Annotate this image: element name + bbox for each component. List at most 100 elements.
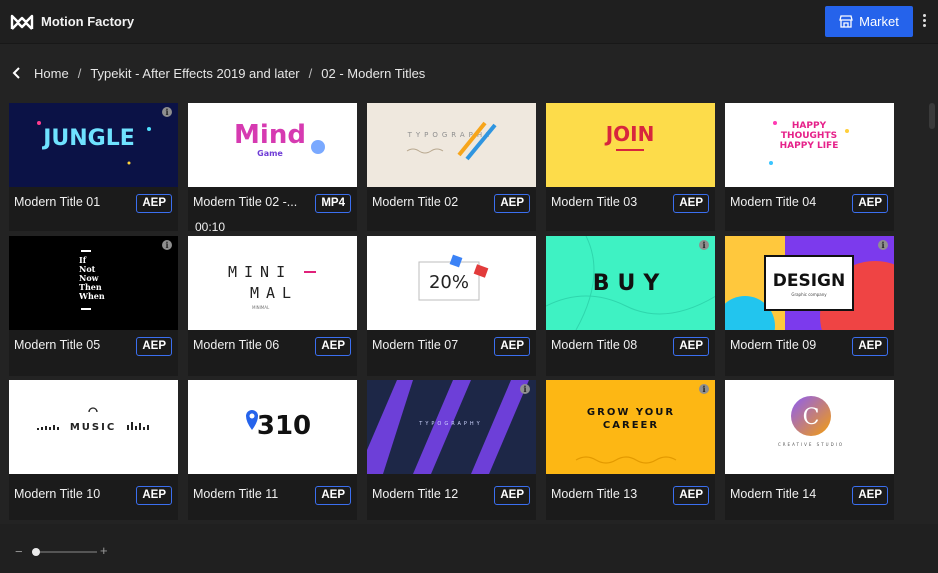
format-badge: AEP: [494, 486, 530, 505]
thumb-subtext: Graphic company: [791, 292, 827, 297]
template-card[interactable]: HAPPY THOUGHTS HAPPY LIFE Modern Title 0…: [725, 103, 894, 231]
template-card[interactable]: MINI MAL MINIMAL Modern Title 06 AEP: [188, 236, 357, 376]
thumb-text: JUNGLE: [41, 126, 135, 151]
card-title: Modern Title 02: [372, 195, 459, 209]
thumb-text: C: [803, 405, 820, 430]
info-icon[interactable]: i: [699, 384, 709, 394]
format-badge: AEP: [673, 486, 709, 505]
card-title: Modern Title 11: [193, 487, 279, 501]
motion-factory-logo: [10, 14, 34, 30]
svg-text:MAL: MAL: [250, 284, 298, 302]
thumb-subtext: CREATIVE STUDIO: [778, 442, 844, 447]
card-title: Modern Title 03: [551, 195, 638, 209]
template-card[interactable]: C CREATIVE STUDIO Modern Title 14 AEP: [725, 380, 894, 520]
breadcrumb-typekit[interactable]: Typekit - After Effects 2019 and later: [90, 66, 299, 81]
app-title: Motion Factory: [41, 14, 135, 29]
card-title: Modern Title 06: [193, 338, 280, 352]
duration: 00:10: [195, 220, 226, 231]
template-card[interactable]: 310 Modern Title 11 AEP: [188, 380, 357, 520]
template-card[interactable]: DESIGN Graphic company i Modern Title 09…: [725, 236, 894, 376]
thumbnail: Mind Game: [188, 103, 357, 187]
template-card[interactable]: 20% Modern Title 07 AEP: [367, 236, 536, 376]
thumbnail: HAPPY THOUGHTS HAPPY LIFE: [725, 103, 894, 187]
thumb-text: DESIGN: [773, 271, 845, 291]
thumbnail: 310: [188, 380, 357, 474]
format-badge: AEP: [494, 194, 530, 213]
thumb-text: 310: [257, 411, 311, 441]
template-card[interactable]: BUY i Modern Title 08 AEP: [546, 236, 715, 376]
zoom-out-button[interactable]: −: [15, 544, 23, 559]
more-menu-icon[interactable]: [918, 12, 930, 32]
info-icon[interactable]: i: [878, 240, 888, 250]
card-title: Modern Title 13: [551, 487, 638, 501]
thumbnail: MINI MAL MINIMAL: [188, 236, 357, 330]
template-card[interactable]: TYPOGRAPHY i Modern Title 12 AEP: [367, 380, 536, 520]
thumbnail: DESIGN Graphic company: [725, 236, 894, 330]
format-badge: AEP: [494, 337, 530, 356]
template-card[interactable]: MUSIC Modern Title 10 AEP: [9, 380, 178, 520]
template-card[interactable]: GROW YOUR CAREER i Modern Title 13 AEP: [546, 380, 715, 520]
thumbnail: JOIN: [546, 103, 715, 187]
breadcrumb-current: 02 - Modern Titles: [321, 65, 426, 81]
thumb-text: Mind: [234, 120, 306, 150]
thumbnail: MUSIC: [9, 380, 178, 474]
format-badge: AEP: [136, 486, 172, 505]
breadcrumb-separator: /: [77, 65, 82, 81]
scroll-thumb[interactable]: [929, 103, 935, 129]
chevron-left-icon[interactable]: [10, 66, 24, 80]
zoom-slider-track[interactable]: [32, 551, 97, 553]
template-card[interactable]: JUNGLE i Modern Title 01 AEP: [9, 103, 178, 231]
thumb-text: JOIN: [604, 122, 655, 146]
storefront-icon: [839, 15, 853, 28]
market-label: Market: [859, 14, 899, 29]
format-badge: AEP: [852, 194, 888, 213]
card-title: Modern Title 12: [372, 487, 459, 501]
card-title: Modern Title 07: [372, 338, 459, 352]
bottom-bar: − +: [0, 524, 938, 573]
format-badge: AEP: [852, 486, 888, 505]
thumbnail: TYPOGRAPHY: [367, 103, 536, 187]
thumbnail: C CREATIVE STUDIO: [725, 380, 894, 474]
format-badge: AEP: [315, 337, 351, 356]
template-card[interactable]: If Not Now Then When i Modern Title 05 A…: [9, 236, 178, 376]
info-icon[interactable]: i: [162, 107, 172, 117]
card-title: Modern Title 05: [14, 338, 101, 352]
template-card[interactable]: Mind Game Modern Title 02 -... MP4 00:10: [188, 103, 357, 231]
info-icon[interactable]: i: [699, 240, 709, 250]
info-icon[interactable]: i: [520, 384, 530, 394]
thumb-text: BUY: [593, 271, 668, 296]
thumbnail: If Not Now Then When: [9, 236, 178, 330]
svg-text:MINI: MINI: [228, 263, 292, 281]
breadcrumb: Home / Typekit - After Effects 2019 and …: [10, 63, 425, 83]
template-card[interactable]: JOIN Modern Title 03 AEP: [546, 103, 715, 231]
thumbnail: 20%: [367, 236, 536, 330]
card-title: Modern Title 04: [730, 195, 817, 209]
format-badge: AEP: [852, 337, 888, 356]
breadcrumb-home[interactable]: Home: [34, 66, 69, 81]
format-badge: MP4: [315, 194, 351, 213]
thumb-text: MINIMAL: [252, 305, 270, 310]
card-title: Modern Title 09: [730, 338, 817, 352]
format-badge: AEP: [315, 486, 351, 505]
thumb-text: GROW YOUR CAREER: [586, 407, 676, 431]
thumb-text: 20%: [429, 272, 469, 293]
info-icon[interactable]: i: [162, 240, 172, 250]
card-title: Modern Title 08: [551, 338, 638, 352]
format-badge: AEP: [136, 337, 172, 356]
thumb-text: If Not Now Then When: [79, 256, 105, 301]
thumb-text: TYPOGRAPHY: [418, 421, 482, 427]
thumbnail: GROW YOUR CAREER: [546, 380, 715, 474]
format-badge: AEP: [673, 194, 709, 213]
card-title: Modern Title 14: [730, 487, 817, 501]
scrollbar[interactable]: [926, 103, 936, 518]
template-card[interactable]: TYPOGRAPHY Modern Title 02 AEP: [367, 103, 536, 231]
breadcrumb-separator: /: [308, 65, 313, 81]
zoom-in-button[interactable]: +: [100, 543, 108, 558]
thumbnail: TYPOGRAPHY: [367, 380, 536, 474]
thumb-text: MUSIC: [70, 422, 116, 433]
zoom-slider-knob[interactable]: [32, 548, 41, 556]
thumbnail: BUY: [546, 236, 715, 330]
format-badge: AEP: [673, 337, 709, 356]
market-button[interactable]: Market: [825, 6, 913, 37]
thumb-text: TYPOGRAPHY: [407, 131, 495, 139]
